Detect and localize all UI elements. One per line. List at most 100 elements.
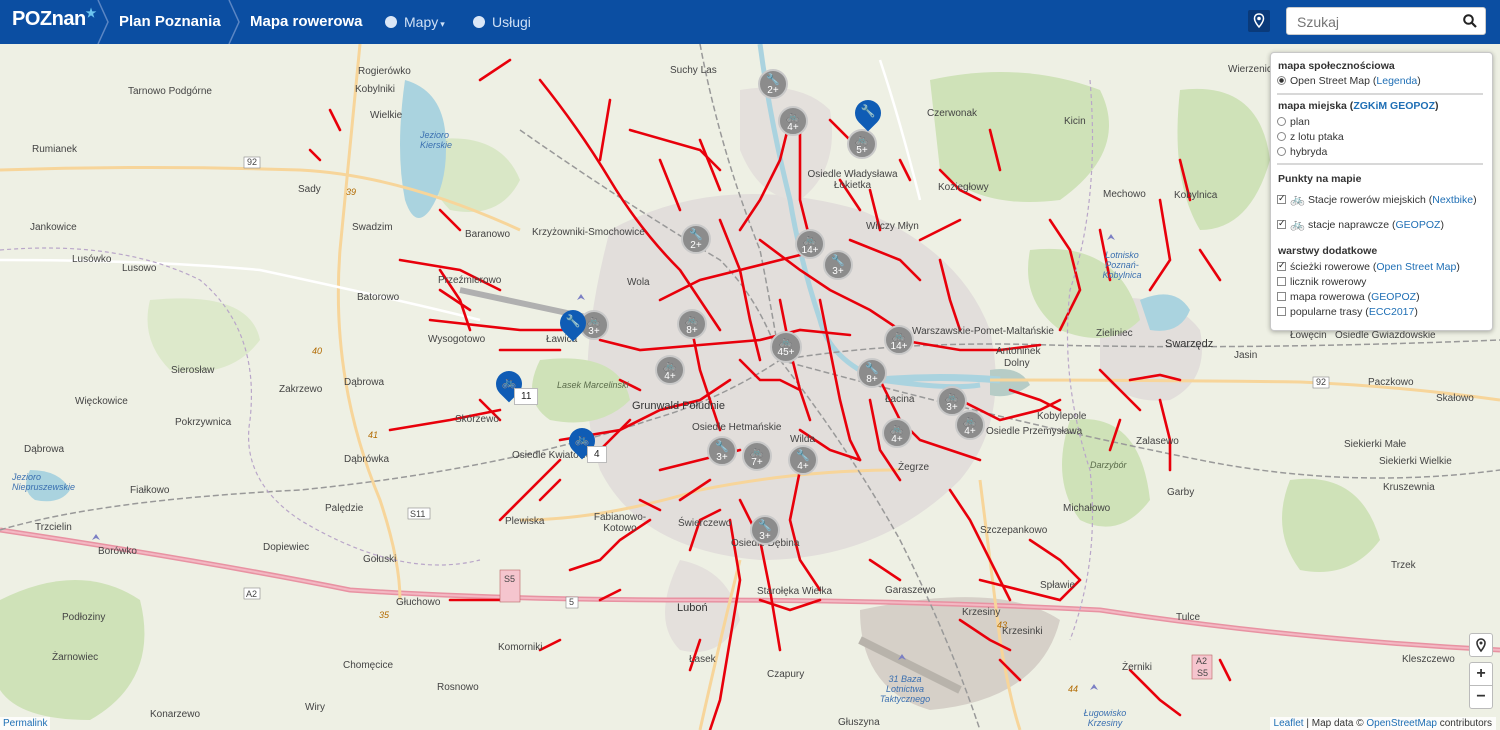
road-label: 92 bbox=[247, 157, 258, 167]
bike-stations-toggle[interactable]: 🚲Stacje rowerów miejskich (Nextbike) bbox=[1277, 192, 1477, 206]
popular-routes-checkbox[interactable] bbox=[1277, 307, 1286, 316]
place-label: Szczepankowo bbox=[980, 525, 1048, 536]
bike-station-cluster[interactable]: 🚲 8+ bbox=[677, 309, 707, 339]
services-link[interactable]: Usługi bbox=[473, 0, 531, 44]
bike-station-cluster[interactable]: 🚲 4+ bbox=[882, 418, 912, 448]
zoom-in-button[interactable]: + bbox=[1469, 662, 1493, 686]
place-label: Czapury bbox=[767, 669, 805, 680]
nextbike-link[interactable]: Nextbike bbox=[1432, 194, 1473, 206]
place-label: Jasin bbox=[1234, 350, 1258, 361]
bike-station-cluster[interactable]: 🚲 4+ bbox=[778, 106, 808, 136]
repair-station-pin[interactable]: 🔧 bbox=[554, 304, 592, 344]
bike-station-cluster[interactable]: 🚲 14+ bbox=[884, 325, 914, 355]
repair-station-cluster[interactable]: 🔧 3+ bbox=[707, 436, 737, 466]
place-label: Dąbrówka bbox=[344, 454, 390, 465]
geopoz-link[interactable]: GEOPOZ bbox=[1396, 219, 1441, 231]
hybrid-radio[interactable] bbox=[1277, 147, 1286, 156]
place-label: Dąbrowa bbox=[344, 377, 385, 388]
search-icon[interactable] bbox=[1463, 14, 1477, 28]
extra-layers-heading: warstwy dodatkowe bbox=[1278, 245, 1378, 257]
place-label: Lusówko bbox=[72, 254, 112, 265]
osm-legend-link[interactable]: Legenda bbox=[1376, 75, 1417, 87]
road-label: 40 bbox=[312, 346, 323, 356]
osm-radio[interactable] bbox=[1277, 76, 1286, 85]
place-label: Skałowo bbox=[1436, 393, 1474, 404]
aerial-radio[interactable] bbox=[1277, 132, 1286, 141]
osm-link[interactable]: Open Street Map bbox=[1376, 261, 1456, 273]
place-label: Dopiewiec bbox=[263, 542, 310, 553]
bike-map-checkbox[interactable] bbox=[1277, 292, 1286, 301]
place-label: Żarnowiec bbox=[52, 652, 99, 663]
repair-stations-toggle[interactable]: 🚲stacje naprawcze (GEOPOZ) bbox=[1277, 217, 1444, 231]
location-pin-button[interactable] bbox=[1248, 10, 1270, 32]
bike-paths-checkbox[interactable] bbox=[1277, 260, 1286, 271]
breadcrumb-mapa-rowerowa[interactable]: Mapa rowerowa bbox=[250, 0, 363, 44]
osm-radio-row[interactable]: Open Street Map (Legenda) bbox=[1277, 75, 1421, 87]
place-label: Sierosław bbox=[171, 365, 215, 376]
maps-dropdown[interactable]: Mapy ▾ bbox=[385, 0, 445, 44]
locate-me-button[interactable] bbox=[1469, 633, 1493, 657]
repair-station-cluster[interactable]: 🔧 2+ bbox=[681, 224, 711, 254]
road-label: S5 bbox=[1197, 668, 1209, 678]
wrench-icon: 🔧 bbox=[860, 104, 876, 118]
bike-station-cluster[interactable]: 🚲 45+ bbox=[770, 331, 802, 363]
place-label: Kleszczewo bbox=[1402, 654, 1455, 665]
poznan-logo[interactable]: POZnan★ bbox=[12, 6, 96, 31]
place-label: Spławie bbox=[1040, 580, 1076, 591]
road-label: A2 bbox=[246, 589, 258, 599]
repair-station-pin[interactable]: 🔧 bbox=[849, 94, 887, 134]
repair-station-cluster[interactable]: 🔧 2+ bbox=[758, 69, 788, 99]
location-pin-icon bbox=[1476, 638, 1486, 653]
repair-station-cluster[interactable]: 🔧 3+ bbox=[750, 515, 780, 545]
bike-station-cluster[interactable]: 🚲 7+ bbox=[742, 441, 772, 471]
place-label: Wilda bbox=[790, 434, 816, 445]
plan-radio[interactable] bbox=[1277, 117, 1286, 126]
place-label: Osiedle Gwiazdowskie bbox=[1335, 330, 1436, 341]
bike-map-toggle[interactable]: mapa rowerowa (GEOPOZ) bbox=[1277, 291, 1420, 303]
ecc2017-link[interactable]: ECC2017 bbox=[1369, 306, 1415, 318]
place-label: Pokrzywnica bbox=[175, 417, 232, 428]
bike-counter-toggle[interactable]: licznik rowerowy bbox=[1277, 276, 1366, 288]
place-label: Kruszewnia bbox=[1383, 482, 1435, 493]
park-label: Lasek Marcelinski bbox=[557, 380, 629, 390]
breadcrumb-separator-icon bbox=[228, 0, 240, 44]
zoom-out-button[interactable]: − bbox=[1469, 685, 1493, 709]
popular-routes-toggle[interactable]: popularne trasy (ECC2017) bbox=[1277, 306, 1418, 318]
city-option-hybrid[interactable]: hybryda bbox=[1277, 146, 1327, 158]
points-heading: Punkty na mapie bbox=[1278, 173, 1362, 185]
forest-label: Darzybór bbox=[1090, 460, 1127, 470]
bike-station-cluster[interactable]: 🚲 4+ bbox=[955, 410, 985, 440]
bike-station-cluster[interactable]: 🚲 4+ bbox=[655, 355, 685, 385]
location-pin-icon bbox=[1253, 13, 1265, 29]
city-option-aerial[interactable]: z lotu ptaka bbox=[1277, 131, 1344, 143]
breadcrumb-plan-poznania[interactable]: Plan Poznania bbox=[119, 0, 221, 44]
bike-counter-checkbox[interactable] bbox=[1277, 277, 1286, 286]
place-label: Tarnowo Podgórne bbox=[128, 86, 212, 97]
city-option-plan[interactable]: plan bbox=[1277, 116, 1310, 128]
city-map-source-link[interactable]: ZGKiM GEOPOZ bbox=[1353, 100, 1435, 112]
place-label: Osiedle Przemysława bbox=[986, 426, 1083, 437]
place-label: Swadzim bbox=[352, 222, 393, 233]
top-navigation-bar: POZnan★ Plan Poznania Mapa rowerowa Mapy… bbox=[0, 0, 1500, 44]
bicycle-icon: 🚲 bbox=[1290, 217, 1305, 231]
geopoz-link[interactable]: GEOPOZ bbox=[1371, 291, 1416, 303]
search-input[interactable] bbox=[1295, 11, 1459, 33]
leaflet-link[interactable]: Leaflet bbox=[1274, 718, 1304, 729]
repair-station-cluster[interactable]: 🔧 3+ bbox=[823, 250, 853, 280]
repair-stations-checkbox[interactable] bbox=[1277, 218, 1286, 229]
osm-label: Open Street Map bbox=[1290, 75, 1370, 87]
place-label: Mechowo bbox=[1103, 189, 1146, 200]
place-label: Rosnowo bbox=[437, 682, 479, 693]
bike-paths-toggle[interactable]: ścieżki rowerowe (Open Street Map) bbox=[1277, 260, 1460, 273]
repair-station-cluster[interactable]: 🔧 4+ bbox=[788, 445, 818, 475]
bike-station-cluster[interactable]: 🚲 14+ bbox=[795, 229, 825, 259]
globe-icon bbox=[473, 16, 485, 28]
road-label: S11 bbox=[410, 509, 426, 519]
bike-stations-checkbox[interactable] bbox=[1277, 193, 1286, 204]
city-map-heading: mapa miejska (ZGKiM GEOPOZ) bbox=[1278, 100, 1439, 112]
openstreetmap-link[interactable]: OpenStreetMap bbox=[1366, 718, 1437, 729]
place-label: Głuchowo bbox=[396, 597, 441, 608]
repair-station-cluster[interactable]: 🔧 8+ bbox=[857, 358, 887, 388]
permalink-link[interactable]: Permalink bbox=[0, 717, 51, 730]
road-label: 39 bbox=[346, 187, 357, 197]
